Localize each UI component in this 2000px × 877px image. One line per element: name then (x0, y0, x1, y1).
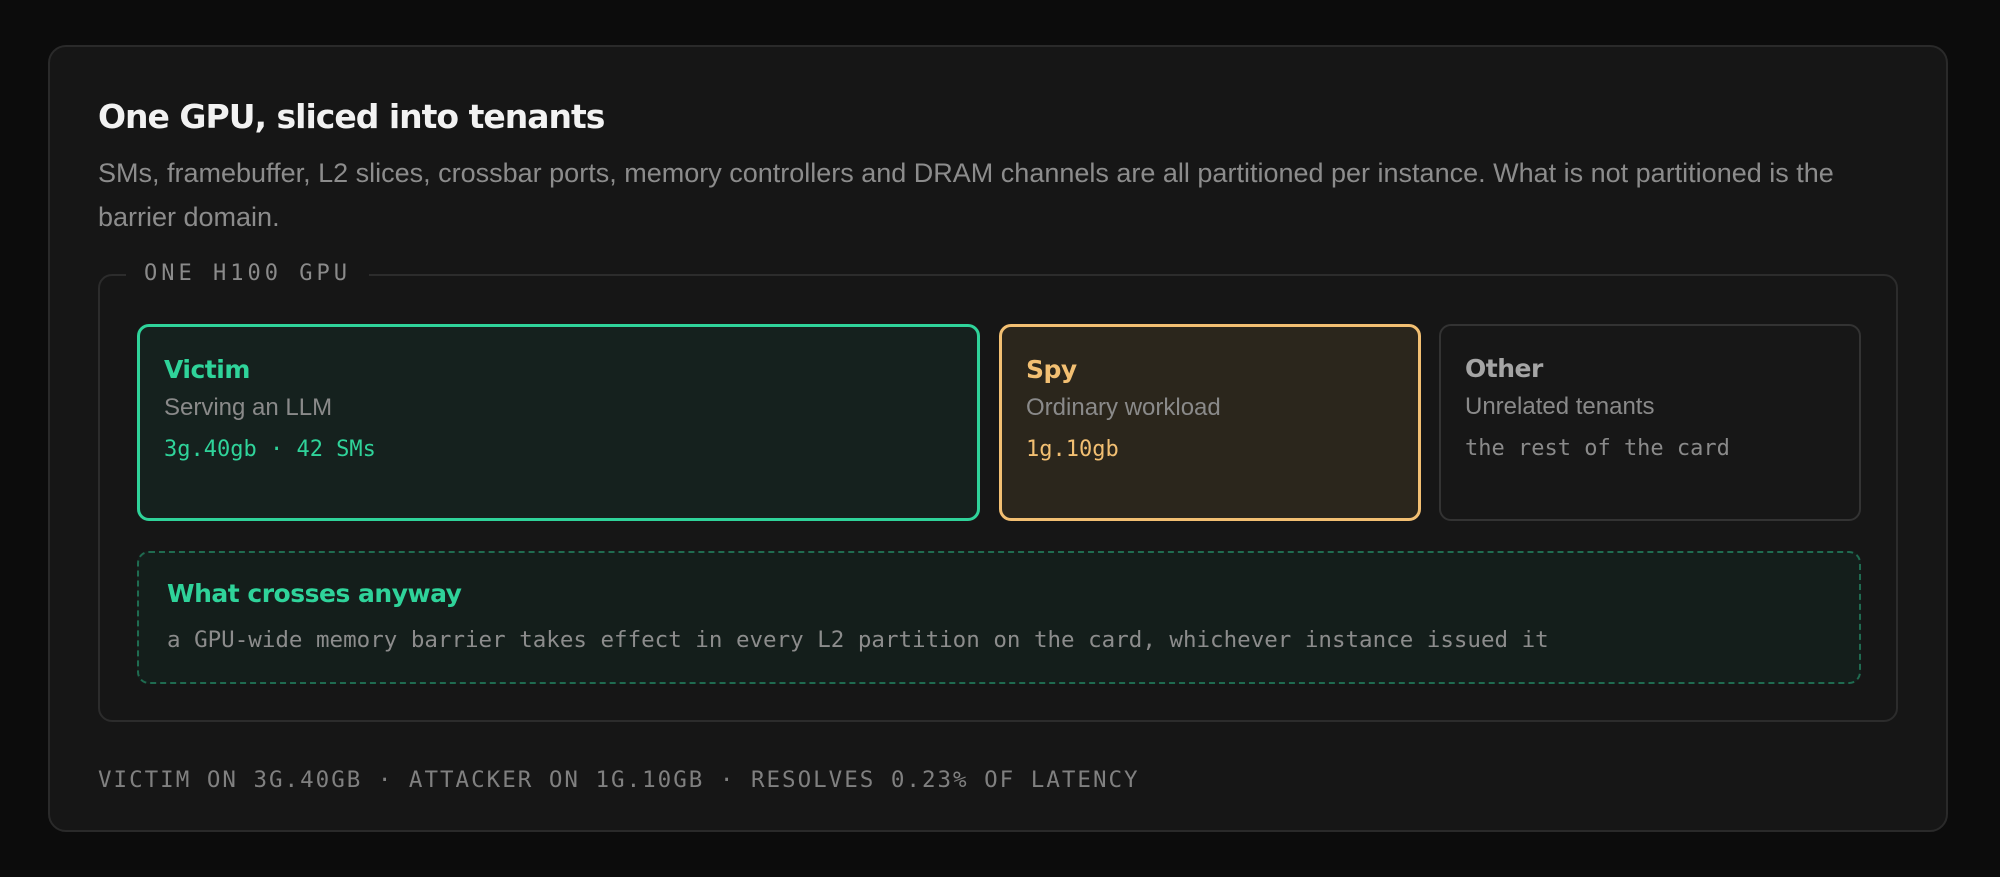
crosses-anyway-body: a GPU-wide memory barrier takes effect i… (167, 627, 1549, 653)
tenant-other: Other Unrelated tenants the rest of the … (1439, 324, 1861, 521)
diagram-title: One GPU, sliced into tenants (98, 97, 605, 136)
crosses-anyway-box: What crosses anyway a GPU-wide memory ba… (137, 551, 1861, 684)
diagram-subtitle: SMs, framebuffer, L2 slices, crossbar po… (98, 158, 1834, 232)
tenant-victim-spec: 3g.40gb · 42 SMs (164, 437, 376, 462)
tenant-victim-name: Victim (164, 355, 250, 384)
diagram-card: One GPU, sliced into tenants SMs, frameb… (48, 45, 1948, 832)
footer-caption: VICTIM ON 3G.40GB · ATTACKER ON 1G.10GB … (98, 767, 1140, 793)
tenant-spy-spec: 1g.10gb (1026, 437, 1119, 462)
tenant-other-name: Other (1465, 354, 1543, 383)
tenant-spy-name: Spy (1026, 355, 1077, 384)
tenant-other-description: Unrelated tenants (1465, 393, 1655, 420)
tenant-spy: Spy Ordinary workload 1g.10gb (999, 324, 1421, 521)
tenant-victim-description: Serving an LLM (164, 394, 333, 421)
tenant-spy-description: Ordinary workload (1026, 394, 1221, 421)
crosses-anyway-title: What crosses anyway (167, 579, 462, 608)
gpu-label: ONE H100 GPU (126, 257, 369, 291)
gpu-frame: ONE H100 GPU Victim Serving an LLM 3g.40… (98, 257, 1898, 722)
tenant-other-spec: the rest of the card (1465, 436, 1730, 461)
tenant-victim: Victim Serving an LLM 3g.40gb · 42 SMs (137, 324, 980, 521)
